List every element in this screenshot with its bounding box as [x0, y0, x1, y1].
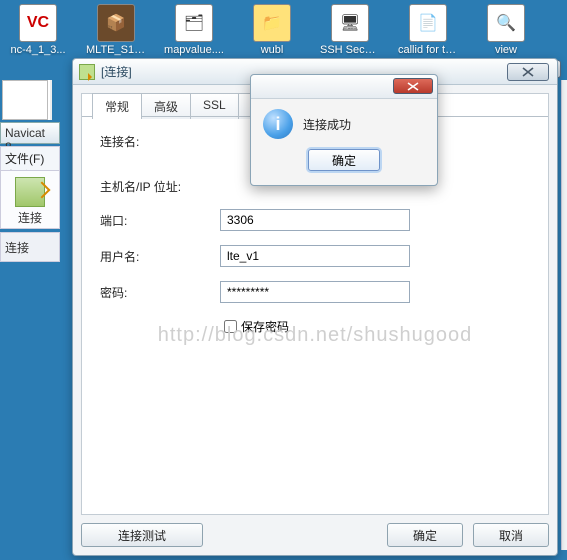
- label-password: 密码:: [100, 284, 220, 301]
- label-username: 用户名:: [100, 248, 220, 265]
- messagebox-close-button[interactable]: [393, 78, 433, 94]
- dialog-button-bar: 连接测试 确定 取消: [81, 521, 549, 549]
- sidebar-label: 连接: [5, 241, 29, 255]
- messagebox-text: 连接成功: [303, 116, 351, 133]
- username-input[interactable]: [220, 245, 410, 267]
- desktop-icon-view[interactable]: 🔍view: [476, 4, 536, 56]
- desktop-icon-mlte[interactable]: 📦MLTE_S1_...: [86, 4, 146, 56]
- dialog-title: [连接]: [101, 63, 132, 80]
- save-password-label: 保存密码: [241, 318, 289, 335]
- save-password-checkbox[interactable]: [224, 320, 237, 333]
- desktop-icon-wubl[interactable]: 📁wubl: [242, 4, 302, 56]
- connect-button-label: 连接: [1, 209, 59, 226]
- navicat-titlebar: Navicat 8: [0, 122, 60, 144]
- dialog-app-icon: [79, 64, 95, 80]
- dialog-close-button[interactable]: [507, 63, 549, 81]
- navicat-toolbar: 连接: [0, 170, 60, 229]
- label-connection-name: 连接名:: [100, 133, 220, 150]
- label-host: 主机名/IP 位址:: [100, 178, 220, 195]
- navicat-sidebar-item[interactable]: 连接: [0, 232, 60, 262]
- messagebox: i 连接成功 确定: [250, 74, 438, 186]
- save-password-row: 保存密码: [220, 317, 289, 336]
- connect-icon[interactable]: [15, 177, 45, 207]
- side-panel-edge: [561, 80, 567, 550]
- tab-general[interactable]: 常规: [92, 93, 142, 119]
- paper-icon: [2, 80, 48, 120]
- ok-button[interactable]: 确定: [387, 523, 463, 547]
- desktop-icon-ssh[interactable]: 🖥SSH Secure Shell Client: [320, 4, 380, 56]
- cancel-button[interactable]: 取消: [473, 523, 549, 547]
- test-connection-button[interactable]: 连接测试: [81, 523, 203, 547]
- password-input[interactable]: [220, 281, 410, 303]
- desktop: VCnc-4_1_3... 📦MLTE_S1_... 🗂mapvalue....…: [0, 0, 567, 60]
- label-port: 端口:: [100, 212, 220, 229]
- port-input[interactable]: [220, 209, 410, 231]
- info-icon: i: [263, 109, 293, 139]
- desktop-icon-callid[interactable]: 📄callid for test: [398, 4, 458, 56]
- desktop-icon-vnc[interactable]: VCnc-4_1_3...: [8, 4, 68, 56]
- messagebox-ok-button[interactable]: 确定: [308, 149, 380, 171]
- messagebox-titlebar[interactable]: [251, 75, 437, 99]
- desktop-icon-mapvalue[interactable]: 🗂mapvalue....: [164, 4, 224, 56]
